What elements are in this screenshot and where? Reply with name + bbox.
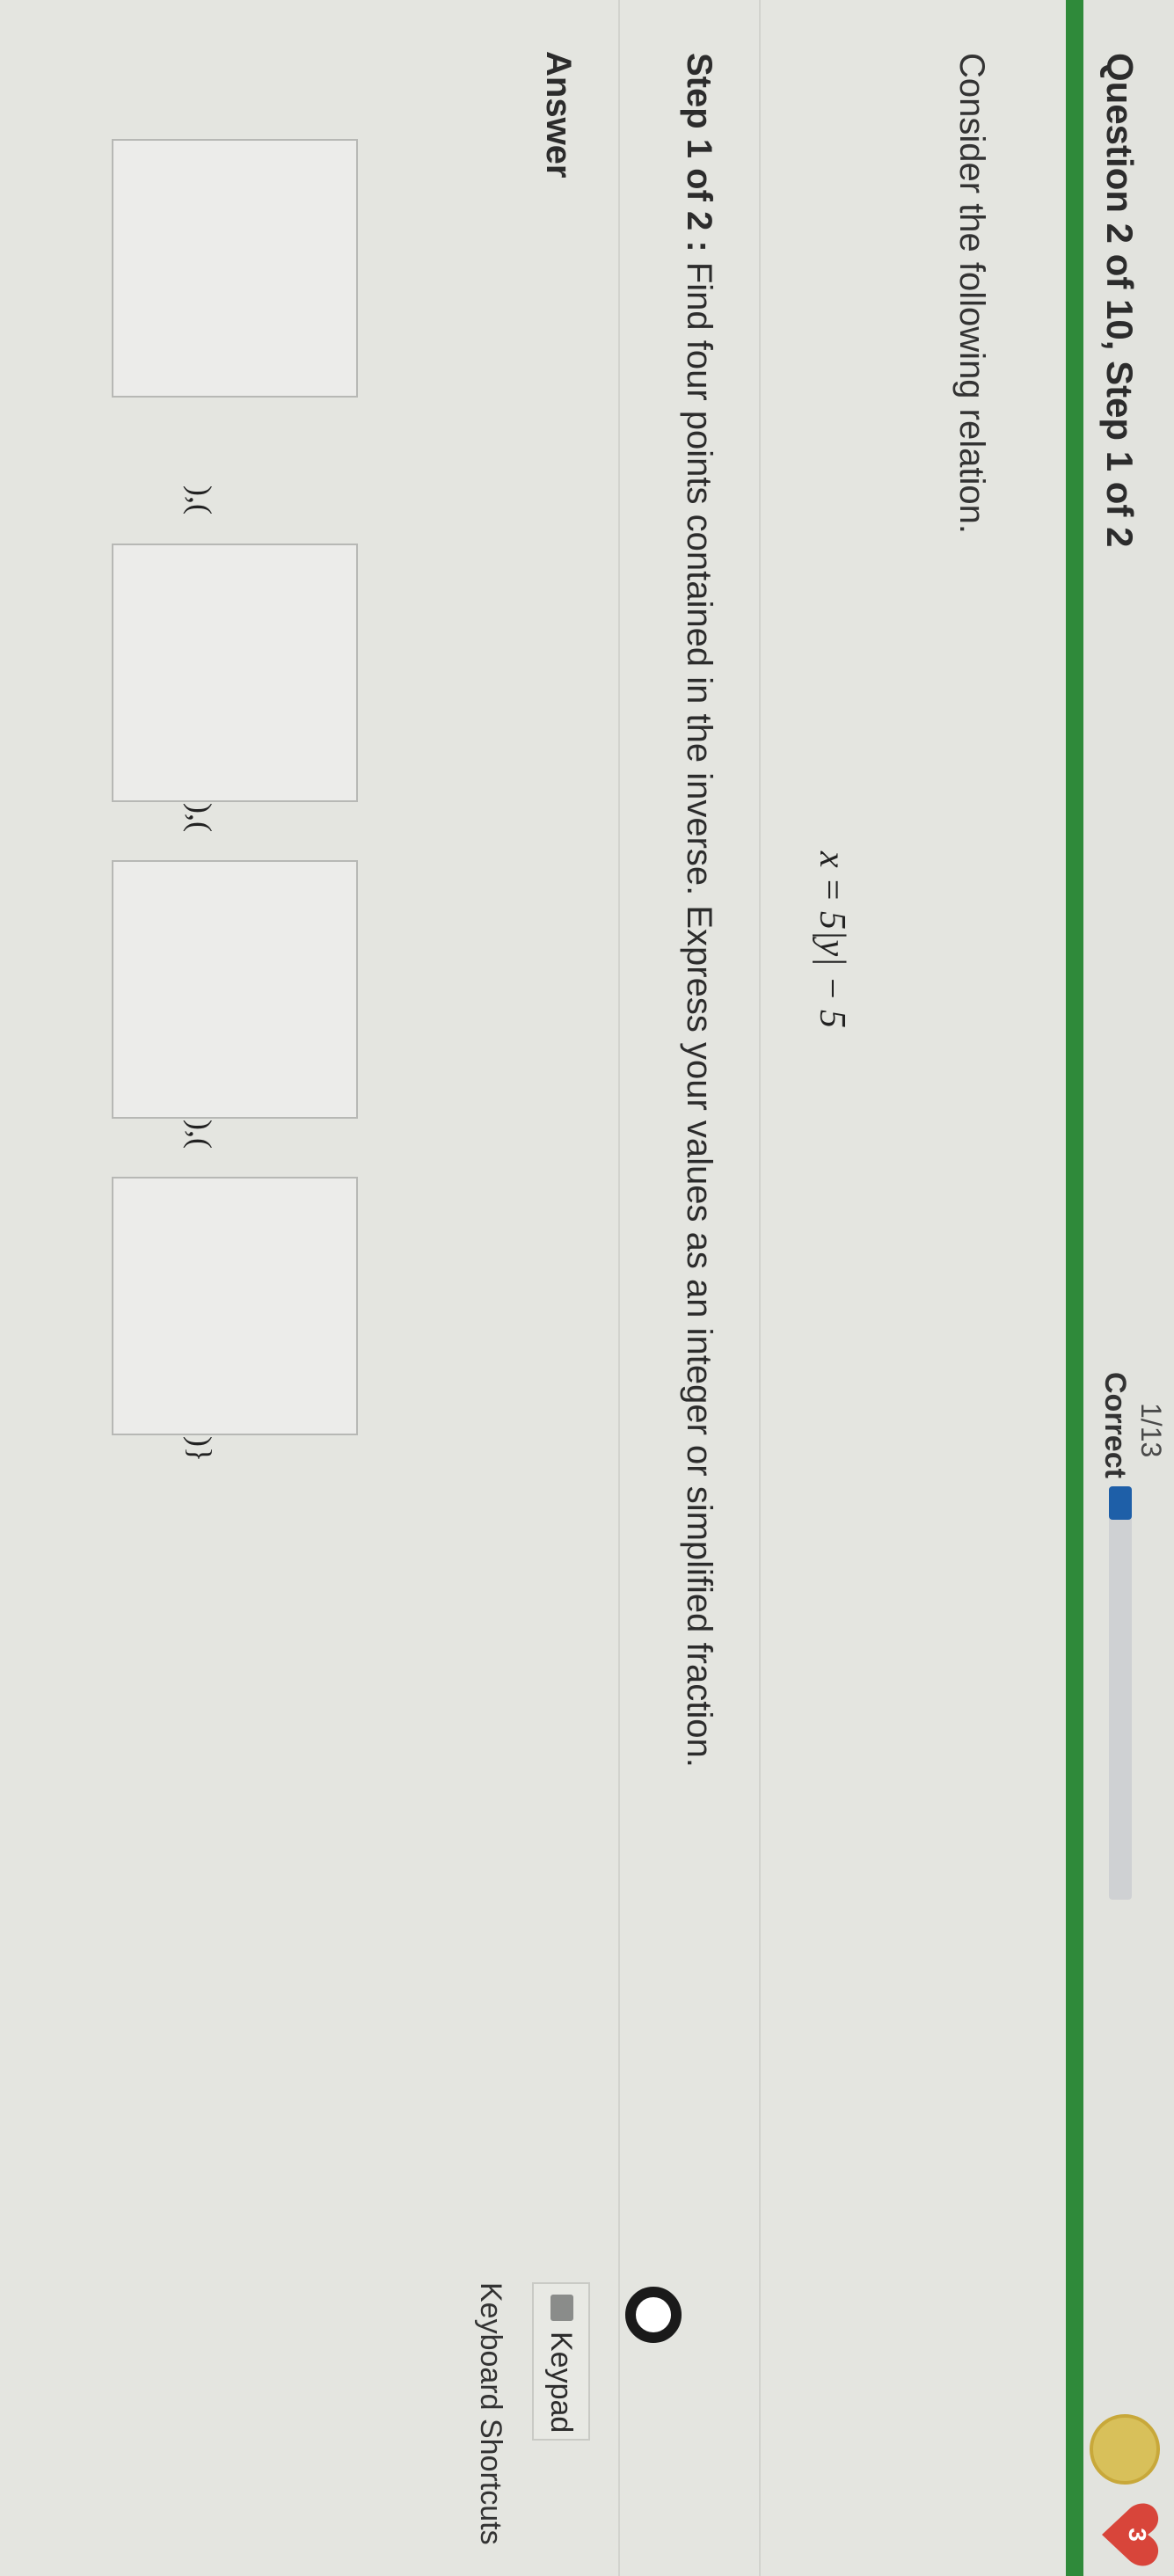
answer-field-3[interactable] xyxy=(112,860,358,1119)
question-title: Question 2 of 10, Step 1 of 2 xyxy=(1099,53,1141,548)
keypad-button[interactable]: Keypad xyxy=(532,2282,590,2441)
answer-label: Answer xyxy=(539,51,578,179)
progress-fraction: 1/13 xyxy=(1135,1403,1167,1458)
record-ring-icon xyxy=(625,2287,682,2343)
progress-bar-fill xyxy=(1109,1486,1132,1520)
step-label: Step 1 of 2 : xyxy=(680,53,718,252)
answer-separator: )} xyxy=(183,1436,218,1463)
app-window: Question 2 of 10, Step 1 of 2 1/13 Corre… xyxy=(0,0,1174,2576)
step-text: Find four points contained in the invers… xyxy=(680,261,718,1768)
divider xyxy=(618,0,620,2576)
progress-bar xyxy=(1109,1486,1132,1900)
answer-separator: ),( xyxy=(183,803,218,832)
relation-equation: x = 5|y| − 5 xyxy=(812,851,852,1029)
heart-count: 3 xyxy=(1124,2528,1151,2542)
keypad-label: Keypad xyxy=(544,2332,578,2434)
keyboard-shortcuts-link[interactable]: Keyboard Shortcuts xyxy=(473,2282,507,2545)
divider xyxy=(759,0,761,2576)
streak-badge-icon[interactable] xyxy=(1090,2414,1160,2485)
keyboard-icon xyxy=(551,2295,573,2321)
answer-field-1[interactable] xyxy=(112,139,358,398)
accent-strip xyxy=(1066,0,1083,2576)
answer-field-4[interactable] xyxy=(112,1177,358,1435)
heart-badge[interactable]: 3 xyxy=(1095,2499,1165,2570)
answer-field-2[interactable] xyxy=(112,544,358,802)
answer-separator: ),( xyxy=(183,485,218,514)
progress-status: Correct xyxy=(1098,1372,1132,1478)
answer-separator: ),( xyxy=(183,1120,218,1149)
problem-intro: Consider the following relation. xyxy=(952,53,991,534)
top-bar: Question 2 of 10, Step 1 of 2 1/13 Corre… xyxy=(1082,0,1174,2576)
step-instruction: Step 1 of 2 : Find four points contained… xyxy=(679,53,718,1768)
